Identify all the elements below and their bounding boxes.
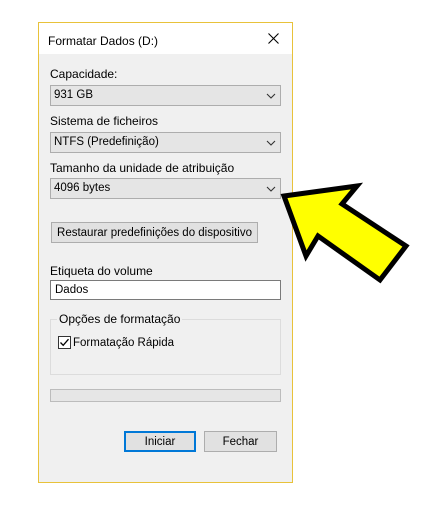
volume-label: Etiqueta do volume	[50, 264, 153, 278]
allocation-value: 4096 bytes	[54, 182, 111, 194]
chevron-down-icon	[266, 93, 276, 99]
yellow-arrow-icon	[280, 182, 410, 284]
format-progress-bar	[50, 389, 281, 402]
window-title: Formatar Dados (D:)	[48, 34, 159, 48]
close-button[interactable]	[256, 24, 290, 53]
format-options-group: Opções de formatação Formatação Rápida	[50, 312, 281, 375]
chevron-down-icon	[266, 186, 276, 192]
close-icon	[267, 33, 279, 44]
volume-label-input[interactable]: Dados	[50, 280, 281, 300]
arrow-shape	[280, 182, 410, 284]
format-options-legend: Opções de formatação	[57, 312, 183, 326]
capacity-value: 931 GB	[54, 89, 93, 101]
capacity-label: Capacidade:	[50, 67, 118, 81]
quick-format-checkbox[interactable]	[58, 336, 71, 349]
allocation-select[interactable]: 4096 bytes	[50, 178, 281, 199]
quick-format-option[interactable]: Formatação Rápida	[58, 336, 174, 349]
start-button[interactable]: Iniciar	[124, 431, 196, 452]
restore-defaults-button[interactable]: Restaurar predefinições do dispositivo	[51, 222, 258, 243]
title-bar: Formatar Dados (D:)	[39, 23, 292, 54]
filesystem-label: Sistema de ficheiros	[50, 114, 159, 128]
filesystem-value: NTFS (Predefinição)	[54, 136, 159, 148]
format-dialog: Formatar Dados (D:) Capacidade: 931 GB S…	[38, 22, 293, 483]
checkmark-icon	[60, 338, 69, 347]
chevron-down-icon	[266, 140, 276, 146]
close-dialog-button[interactable]: Fechar	[204, 431, 277, 452]
allocation-label: Tamanho da unidade de atribuição	[50, 161, 235, 175]
volume-label-value: Dados	[55, 284, 89, 296]
quick-format-label: Formatação Rápida	[73, 336, 174, 349]
filesystem-select[interactable]: NTFS (Predefinição)	[50, 132, 281, 153]
capacity-select[interactable]: 931 GB	[50, 85, 281, 106]
